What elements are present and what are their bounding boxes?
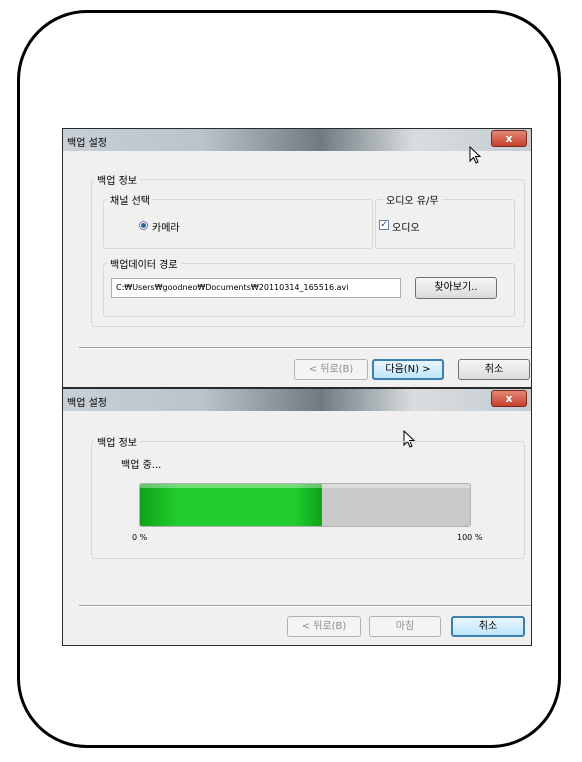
progress-fill: [140, 484, 322, 526]
status-text: 백업 중...: [121, 460, 162, 471]
back-button[interactable]: < 뒤로(B): [294, 359, 368, 380]
group-backup-info-label: 백업 정보: [94, 172, 140, 187]
close-button[interactable]: x: [491, 130, 527, 147]
backup-settings-window: 백업 설정 x 백업 정보 채널 선택 카메라 오디오 유/무 ✓ 오디오 백업…: [62, 128, 532, 388]
cancel-button[interactable]: 취소: [458, 359, 530, 380]
audio-checkbox[interactable]: ✓: [379, 220, 389, 230]
close-icon: x: [505, 392, 513, 405]
backup-progress-window: 백업 설정 x 백업 정보 백업 중... 0 % 100 % < 뒤로(B) …: [62, 388, 532, 646]
camera-radio-label: 카메라: [152, 223, 180, 234]
audio-checkbox-label: 오디오: [392, 223, 420, 234]
cancel-button[interactable]: 취소: [451, 616, 525, 637]
separator: [79, 605, 531, 607]
browse-button[interactable]: 찾아보기..: [415, 277, 497, 299]
group-channel-select-label: 채널 선택: [107, 192, 153, 207]
progress-min-label: 0 %: [132, 533, 148, 542]
next-button[interactable]: 다음(N) >: [372, 359, 444, 380]
progress-bar: [139, 483, 471, 527]
camera-radio[interactable]: [139, 221, 148, 230]
group-backup-path-label: 백업데이터 경로: [107, 256, 181, 271]
cursor-arrow-icon: [469, 146, 481, 164]
group-audio-label: 오디오 유/무: [383, 192, 442, 207]
separator: [79, 347, 531, 349]
backup-path-field[interactable]: C:₩Users₩goodneo₩Documents₩20110314_1655…: [111, 278, 401, 298]
window-title: 백업 설정: [67, 138, 107, 149]
progress-max-label: 100 %: [457, 533, 483, 542]
title-bar[interactable]: 백업 설정 x: [63, 389, 531, 411]
title-bar[interactable]: 백업 설정 x: [63, 129, 531, 151]
group-backup-info-label: 백업 정보: [94, 434, 140, 449]
window-title: 백업 설정: [67, 398, 107, 409]
close-button[interactable]: x: [491, 390, 527, 407]
finish-button[interactable]: 마침: [369, 616, 441, 637]
close-icon: x: [505, 132, 513, 145]
back-button[interactable]: < 뒤로(B): [287, 616, 361, 637]
